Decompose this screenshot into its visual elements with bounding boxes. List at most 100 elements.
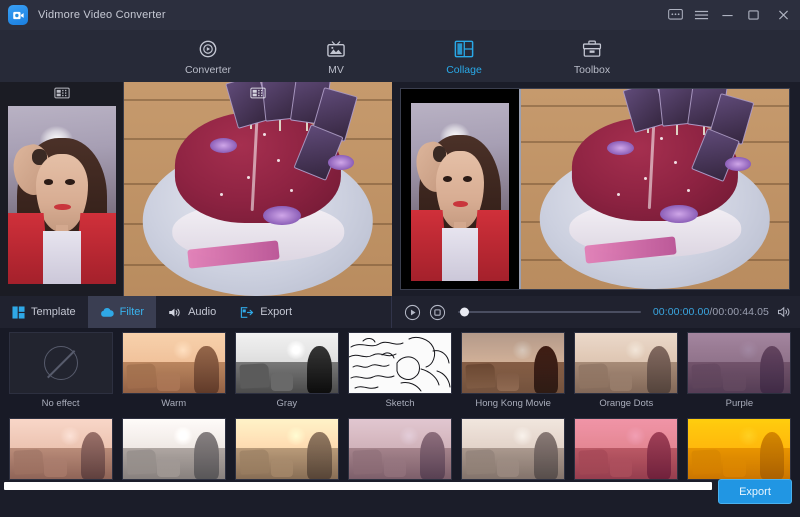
timecode: 00:00:00.00/00:00:44.05 bbox=[653, 306, 769, 318]
minimize-icon[interactable] bbox=[714, 0, 740, 30]
scrollbar-thumb[interactable] bbox=[4, 482, 712, 490]
converter-icon bbox=[197, 37, 219, 61]
filter-label: Sketch bbox=[346, 398, 453, 410]
collage-icon bbox=[453, 37, 475, 61]
filter-thumb-gold[interactable] bbox=[687, 418, 791, 480]
export-button[interactable]: Export bbox=[718, 479, 792, 504]
tab-export[interactable]: Export bbox=[228, 296, 304, 328]
filter-item-sepia[interactable] bbox=[233, 418, 340, 480]
nav-tab-toolbox[interactable]: Toolbox bbox=[549, 32, 635, 80]
filter-thumb-cool[interactable] bbox=[122, 418, 226, 480]
filter-thumb-violet[interactable] bbox=[348, 418, 452, 480]
collage-canvas[interactable] bbox=[0, 82, 392, 296]
mv-icon bbox=[325, 37, 347, 61]
nav-tab-toolbox-label: Toolbox bbox=[574, 64, 610, 76]
cell-left-media bbox=[0, 82, 123, 296]
filter-thumb-warm[interactable] bbox=[122, 332, 226, 394]
cell-right-media bbox=[124, 82, 392, 296]
maximize-icon[interactable] bbox=[740, 0, 766, 30]
filter-item-gold[interactable] bbox=[686, 418, 793, 480]
feedback-icon[interactable] bbox=[662, 0, 688, 30]
tab-audio[interactable]: Audio bbox=[156, 296, 228, 328]
film-strip-icon[interactable] bbox=[54, 86, 70, 104]
horizontal-scrollbar[interactable] bbox=[4, 482, 716, 490]
footer-bar bbox=[0, 490, 800, 517]
filter-label: Gray bbox=[233, 398, 340, 410]
filter-item-gray[interactable]: Gray bbox=[233, 332, 340, 410]
filter-gallery[interactable]: No effect Warm Gray bbox=[0, 328, 800, 480]
filter-item-warm[interactable]: Warm bbox=[120, 332, 227, 410]
seek-slider[interactable] bbox=[458, 306, 641, 318]
tab-export-label: Export bbox=[260, 306, 292, 318]
preview-cake-art bbox=[521, 89, 789, 289]
tab-audio-label: Audio bbox=[188, 306, 216, 318]
filter-item-purple[interactable]: Purple bbox=[686, 332, 793, 410]
nav-tab-converter[interactable]: Converter bbox=[165, 32, 251, 80]
stop-button[interactable] bbox=[429, 304, 446, 321]
workspace bbox=[0, 82, 800, 296]
filter-label: Orange Dots bbox=[573, 398, 680, 410]
cake-clip-thumbnail bbox=[124, 82, 392, 296]
preview-panel bbox=[392, 82, 800, 296]
current-time: 00:00:00.00 bbox=[653, 306, 710, 318]
title-bar: Vidmore Video Converter bbox=[0, 0, 800, 30]
audio-icon bbox=[168, 306, 182, 319]
portrait-clip-thumbnail bbox=[8, 106, 116, 284]
nav-tab-mv[interactable]: MV bbox=[293, 32, 379, 80]
tab-filter[interactable]: Filter bbox=[88, 296, 156, 328]
template-icon bbox=[12, 306, 25, 319]
preview-portrait-pane bbox=[401, 89, 519, 289]
play-button[interactable] bbox=[404, 304, 421, 321]
filter-thumb-hong-kong-movie[interactable] bbox=[461, 332, 565, 394]
preview-cake-pane bbox=[519, 89, 789, 289]
filter-row-1: No effect Warm Gray bbox=[0, 332, 800, 410]
toolbox-icon bbox=[581, 37, 603, 61]
filter-thumb-orange-dots[interactable] bbox=[574, 332, 678, 394]
filter-thumb-sepia[interactable] bbox=[235, 418, 339, 480]
collage-cell-left[interactable] bbox=[0, 82, 124, 296]
app-logo-icon bbox=[8, 5, 28, 25]
tool-transport-row: Template Filter Audio bbox=[0, 296, 800, 328]
collage-cell-right[interactable] bbox=[124, 82, 392, 296]
filter-thumb-peach[interactable] bbox=[9, 418, 113, 480]
nav-tab-converter-label: Converter bbox=[185, 64, 231, 76]
menu-icon[interactable] bbox=[688, 0, 714, 30]
filter-item-sketch[interactable]: Sketch bbox=[346, 332, 453, 410]
filter-item-cool[interactable] bbox=[120, 418, 227, 480]
no-effect-icon bbox=[44, 346, 78, 380]
filter-item-no-effect[interactable]: No effect bbox=[7, 332, 114, 410]
seek-handle[interactable] bbox=[460, 308, 469, 317]
editor-tabs: Template Filter Audio bbox=[0, 296, 392, 328]
filter-item-violet[interactable] bbox=[346, 418, 453, 480]
film-strip-icon[interactable] bbox=[250, 86, 266, 104]
filter-item-rose[interactable] bbox=[573, 418, 680, 480]
filter-thumb-faded[interactable] bbox=[461, 418, 565, 480]
filter-icon bbox=[100, 306, 114, 319]
tab-filter-label: Filter bbox=[120, 306, 144, 318]
filter-label: Purple bbox=[686, 398, 793, 410]
close-icon[interactable] bbox=[766, 0, 800, 30]
filter-thumb-gray[interactable] bbox=[235, 332, 339, 394]
filter-thumb-purple[interactable] bbox=[687, 332, 791, 394]
filter-label: Warm bbox=[120, 398, 227, 410]
volume-icon[interactable] bbox=[777, 305, 792, 319]
filter-item-hong-kong-movie[interactable]: Hong Kong Movie bbox=[460, 332, 567, 410]
tab-template[interactable]: Template bbox=[0, 296, 88, 328]
window-controls bbox=[662, 0, 800, 30]
filter-item-peach[interactable] bbox=[7, 418, 114, 480]
seek-track bbox=[458, 311, 641, 313]
export-icon bbox=[240, 306, 254, 319]
total-time: 00:00:44.05 bbox=[712, 306, 769, 318]
filter-item-orange-dots[interactable]: Orange Dots bbox=[573, 332, 680, 410]
nav-tab-collage-label: Collage bbox=[446, 64, 482, 76]
tab-template-label: Template bbox=[31, 306, 76, 318]
filter-row-2 bbox=[0, 418, 800, 480]
nav-tab-collage[interactable]: Collage bbox=[421, 32, 507, 80]
filter-thumb-rose[interactable] bbox=[574, 418, 678, 480]
filter-thumb-no-effect[interactable] bbox=[9, 332, 113, 394]
filter-label: Hong Kong Movie bbox=[460, 398, 567, 410]
filter-thumb-sketch[interactable] bbox=[348, 332, 452, 394]
filter-item-faded[interactable] bbox=[460, 418, 567, 480]
preview-stage[interactable] bbox=[400, 88, 790, 290]
sketch-art bbox=[349, 333, 451, 393]
